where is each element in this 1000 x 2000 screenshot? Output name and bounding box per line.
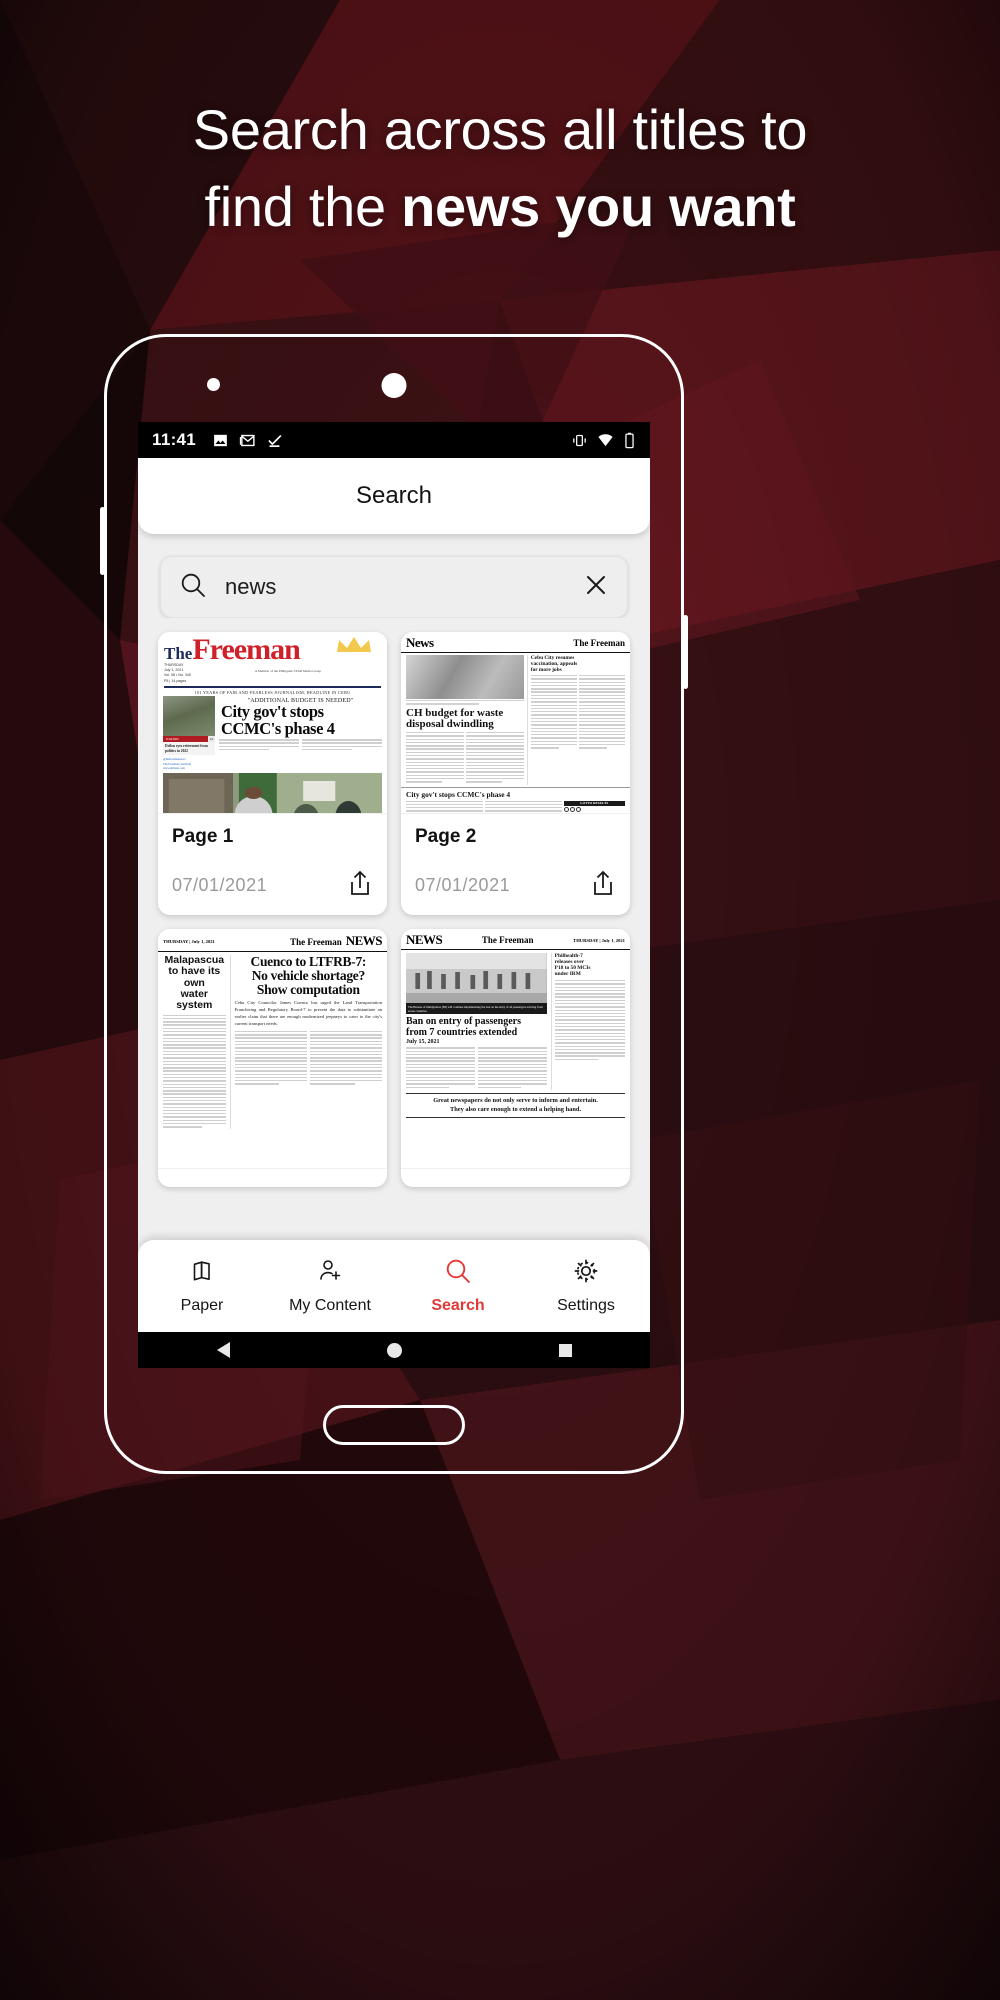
- headline-line-2-normal: find the: [204, 174, 402, 238]
- page4-quote-l1: Great newspapers do not only serve to in…: [433, 1096, 598, 1104]
- nav-item-paper[interactable]: Paper: [138, 1257, 266, 1315]
- share-icon[interactable]: [590, 870, 616, 901]
- share-icon[interactable]: [347, 870, 373, 901]
- issue-date: THURSDAY | July 1, 2021: [163, 938, 215, 944]
- page3-headline-l2: No vehicle shortage?: [251, 967, 366, 983]
- front-page-photo: [163, 772, 382, 813]
- search-icon: [179, 571, 207, 604]
- checkmark-icon: [266, 432, 283, 449]
- nav-label: Settings: [557, 1297, 615, 1314]
- page2-right-headline-l3: for more jobs: [530, 667, 562, 673]
- phone-screen: 11:41 Search news The Freeman THURSDAY J…: [138, 422, 650, 1368]
- news-label: News: [406, 635, 434, 650]
- search-input[interactable]: news: [160, 556, 628, 618]
- page4-photo-caption: The Bureau of Immigration (BI) will cont…: [406, 1003, 547, 1015]
- nav-item-search[interactable]: Search: [394, 1257, 522, 1315]
- headline-line-2: find the news you want: [0, 169, 1000, 246]
- page-title: Search: [355, 482, 433, 509]
- phone-sensor-dot: [207, 378, 220, 391]
- lotto-label: LOTTO RESULTS: [563, 800, 625, 806]
- issue-date: THURSDAY | July 1, 2021: [573, 937, 625, 943]
- promo-headline: Search across all titles to find the new…: [0, 92, 1000, 245]
- page2-headline-line2: disposal dwindling: [406, 717, 494, 730]
- bottom-navigation: Paper My Content Search Settings: [138, 1240, 650, 1332]
- news-label: NEWS: [406, 932, 443, 947]
- vibrate-icon: [571, 432, 588, 449]
- result-card[interactable]: THURSDAY | July 1, 2021 The Freeman NEWS…: [158, 929, 387, 1187]
- search-input-value[interactable]: news: [225, 574, 583, 600]
- home-button[interactable]: [386, 1342, 402, 1358]
- masthead-name: Freeman: [192, 633, 300, 666]
- newspaper-front-page: The Freeman THURSDAY July 1, 2021 Vol. 5…: [158, 632, 387, 813]
- back-button[interactable]: [216, 1342, 230, 1358]
- image-icon: [212, 432, 229, 449]
- paper-thumbnail: News The Freeman CH budget for waste dis…: [401, 632, 630, 814]
- page4-right-headline-l4: under IRM: [554, 971, 581, 977]
- paper-thumbnail: The Freeman THURSDAY July 1, 2021 Vol. 5…: [158, 632, 387, 814]
- headline-line2: CCMC's phase 4: [221, 718, 335, 738]
- page4-headline-l2: from 7 countries extended: [406, 1026, 518, 1038]
- result-card[interactable]: NEWS The Freeman THURSDAY | July 1, 2021: [401, 929, 630, 1187]
- page4-quote-l2: They also care enough to extend a helpin…: [449, 1105, 582, 1113]
- card-title: Page 1: [172, 826, 234, 847]
- android-navigation-bar: [138, 1332, 650, 1368]
- social-website: www.philstar.com: [163, 766, 185, 771]
- masthead-name: The Freeman: [573, 638, 625, 648]
- card-date: 07/01/2021: [172, 875, 268, 895]
- card-date: 07/01/2021: [415, 875, 511, 895]
- side-tag-page: 14: [207, 736, 215, 743]
- page2-sub-headline: City gov't stops CCMC's phase 4: [406, 789, 511, 799]
- nav-label: Paper: [180, 1297, 224, 1314]
- side-caption: Drilon eyes retirement from politics in …: [163, 742, 215, 756]
- page3-headline-l1: Cuenco to LTFRB-7:: [250, 954, 367, 969]
- masthead-name: The Freeman: [481, 935, 534, 945]
- masthead-the: The: [164, 644, 193, 664]
- issue-pages: P5 | 14 pages: [164, 678, 187, 683]
- nav-label: Search: [431, 1297, 485, 1314]
- search-icon: [444, 1257, 472, 1290]
- card-title: Page 2: [415, 826, 477, 847]
- newspaper-page-3: THURSDAY | July 1, 2021 The Freeman NEWS…: [158, 929, 387, 1168]
- page3-left-headline-l2: to have its own: [168, 965, 221, 989]
- phone-power-button: [683, 615, 688, 689]
- page4-sub-headline: July 15, 2021: [406, 1039, 440, 1046]
- wifi-icon: [597, 432, 614, 449]
- page3-left-headline-l3: water system: [176, 987, 213, 1012]
- paper-icon: [188, 1257, 216, 1290]
- result-card[interactable]: The Freeman THURSDAY July 1, 2021 Vol. 5…: [158, 632, 387, 915]
- masthead-name: The Freeman: [290, 937, 342, 947]
- phone-volume-button: [100, 507, 105, 575]
- paper-thumbnail: NEWS The Freeman THURSDAY | July 1, 2021: [401, 929, 630, 1169]
- headline-line-1: Search across all titles to: [192, 98, 808, 161]
- nav-item-settings[interactable]: Settings: [522, 1257, 650, 1315]
- page3-headline-l3: Show computation: [256, 981, 360, 997]
- member-line: A Member of the Philippine STAR Media Gr…: [254, 668, 322, 673]
- issue-vol: Vol. 56 • No. 345: [164, 673, 191, 678]
- search-zone: news: [138, 534, 650, 618]
- gear-icon: [572, 1257, 600, 1290]
- status-time: 11:41: [152, 430, 197, 449]
- search-results-grid: The Freeman THURSDAY July 1, 2021 Vol. 5…: [138, 618, 650, 1187]
- nav-label: My Content: [289, 1297, 371, 1314]
- paper-thumbnail: THURSDAY | July 1, 2021 The Freeman NEWS…: [158, 929, 387, 1169]
- nav-item-my-content[interactable]: My Content: [266, 1257, 394, 1315]
- phone-home-indicator: [323, 1405, 465, 1445]
- news-label: NEWS: [345, 933, 383, 948]
- my-content-icon: [316, 1257, 344, 1290]
- gmail-icon: [239, 432, 256, 449]
- status-bar: 11:41: [138, 422, 650, 458]
- newspaper-page-4: NEWS The Freeman THURSDAY | July 1, 2021: [401, 929, 630, 1168]
- close-icon[interactable]: [583, 572, 609, 603]
- recents-button[interactable]: [558, 1343, 572, 1357]
- phone-camera: [381, 373, 407, 398]
- result-card[interactable]: News The Freeman CH budget for waste dis…: [401, 632, 630, 915]
- page3-lede: Cebu City Councilor James Cuenco has urg…: [234, 1000, 382, 1026]
- side-tag: NATION: [163, 736, 208, 743]
- newspaper-page-2: News The Freeman CH budget for waste dis…: [401, 632, 630, 813]
- headline-line-2-bold: news you want: [401, 174, 796, 238]
- battery-icon: [623, 432, 636, 449]
- app-bar: Search: [138, 458, 650, 534]
